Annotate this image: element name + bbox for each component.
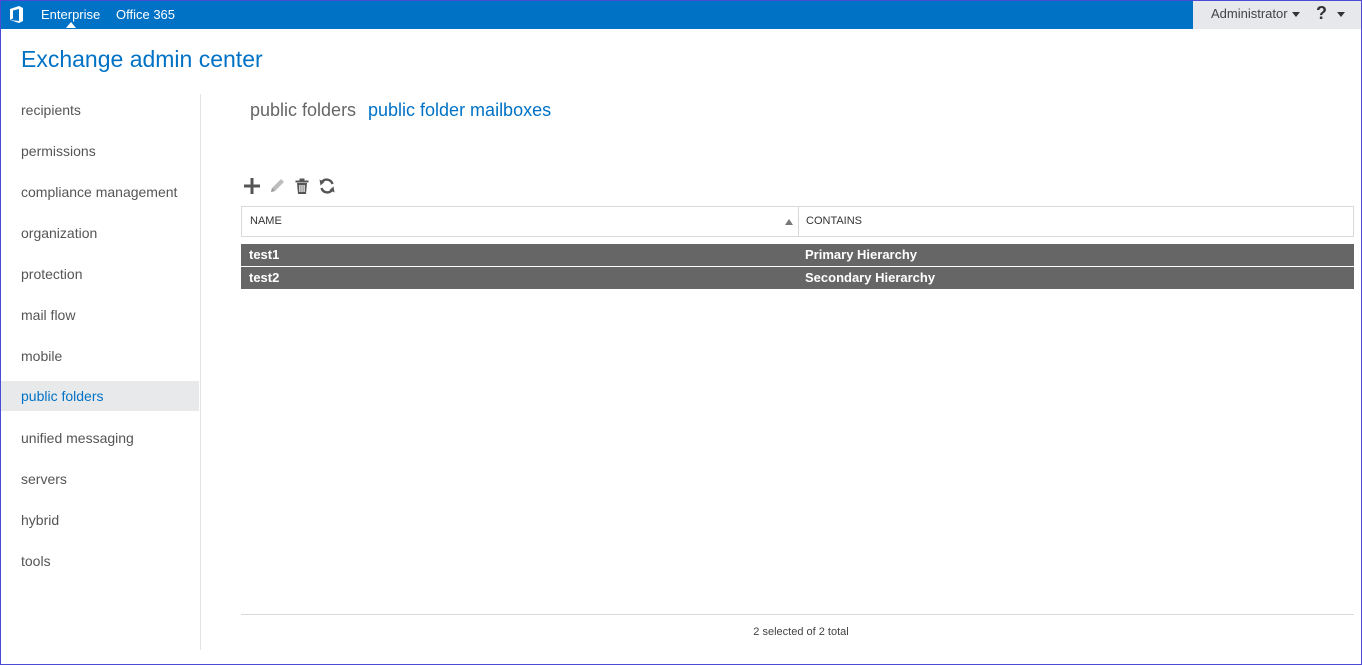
sidebar-item-tools[interactable]: tools: [1, 546, 199, 576]
sidebar-item-organization[interactable]: organization: [1, 218, 199, 248]
user-menu-button[interactable]: Administrator: [1211, 6, 1288, 22]
sidebar-divider: [200, 94, 201, 650]
page-title: Exchange admin center: [21, 46, 263, 72]
office365-link[interactable]: Office 365: [116, 6, 175, 23]
column-header-contains[interactable]: CONTAINS: [806, 207, 862, 236]
sidebar-item-servers[interactable]: servers: [1, 464, 199, 494]
chevron-down-icon[interactable]: [1292, 12, 1300, 17]
selection-status: 2 selected of 2 total: [753, 626, 849, 638]
cell-name: test2: [249, 270, 280, 285]
sidebar-item-protection[interactable]: protection: [1, 259, 199, 289]
add-icon[interactable]: [243, 177, 261, 195]
sidebar-item-hybrid[interactable]: hybrid: [1, 505, 199, 535]
top-navigation-bar: Enterprise Office 365 Administrator ?: [0, 0, 1362, 29]
sidebar-item-unified-messaging[interactable]: unified messaging: [1, 423, 199, 453]
table-row[interactable]: test1 Primary Hierarchy: [241, 244, 1354, 266]
sidebar-item-permissions[interactable]: permissions: [1, 136, 199, 166]
user-menu-area: Administrator ?: [1193, 0, 1362, 29]
cell-contains: Primary Hierarchy: [805, 247, 918, 262]
delete-icon[interactable]: [293, 177, 311, 195]
column-divider[interactable]: [798, 207, 799, 236]
edit-icon[interactable]: [268, 177, 286, 195]
chevron-down-icon[interactable]: [1337, 12, 1345, 17]
table-row[interactable]: test2 Secondary Hierarchy: [241, 267, 1354, 289]
grid-footer-divider: [241, 614, 1354, 615]
office-logo-icon[interactable]: [9, 6, 25, 23]
enterprise-link[interactable]: Enterprise: [41, 6, 100, 23]
active-indicator-icon: [66, 22, 76, 28]
sidebar-item-public-folders[interactable]: public folders: [1, 381, 199, 411]
sidebar-item-recipients[interactable]: recipients: [1, 95, 199, 125]
refresh-icon[interactable]: [318, 177, 336, 195]
grid-header: NAME CONTAINS: [241, 206, 1354, 237]
column-header-name[interactable]: NAME: [250, 207, 282, 236]
sort-ascending-icon[interactable]: [785, 219, 793, 225]
window-border: [0, 0, 1362, 665]
sidebar-item-compliance-management[interactable]: compliance management: [1, 177, 199, 207]
sidebar-item-mobile[interactable]: mobile: [1, 341, 199, 371]
sidebar-item-mail-flow[interactable]: mail flow: [1, 300, 199, 330]
help-icon[interactable]: ?: [1316, 3, 1327, 23]
cell-contains: Secondary Hierarchy: [805, 270, 936, 285]
cell-name: test1: [249, 247, 280, 262]
tab-public-folders[interactable]: public folders: [250, 98, 356, 122]
tab-public-folder-mailboxes[interactable]: public folder mailboxes: [368, 98, 551, 122]
